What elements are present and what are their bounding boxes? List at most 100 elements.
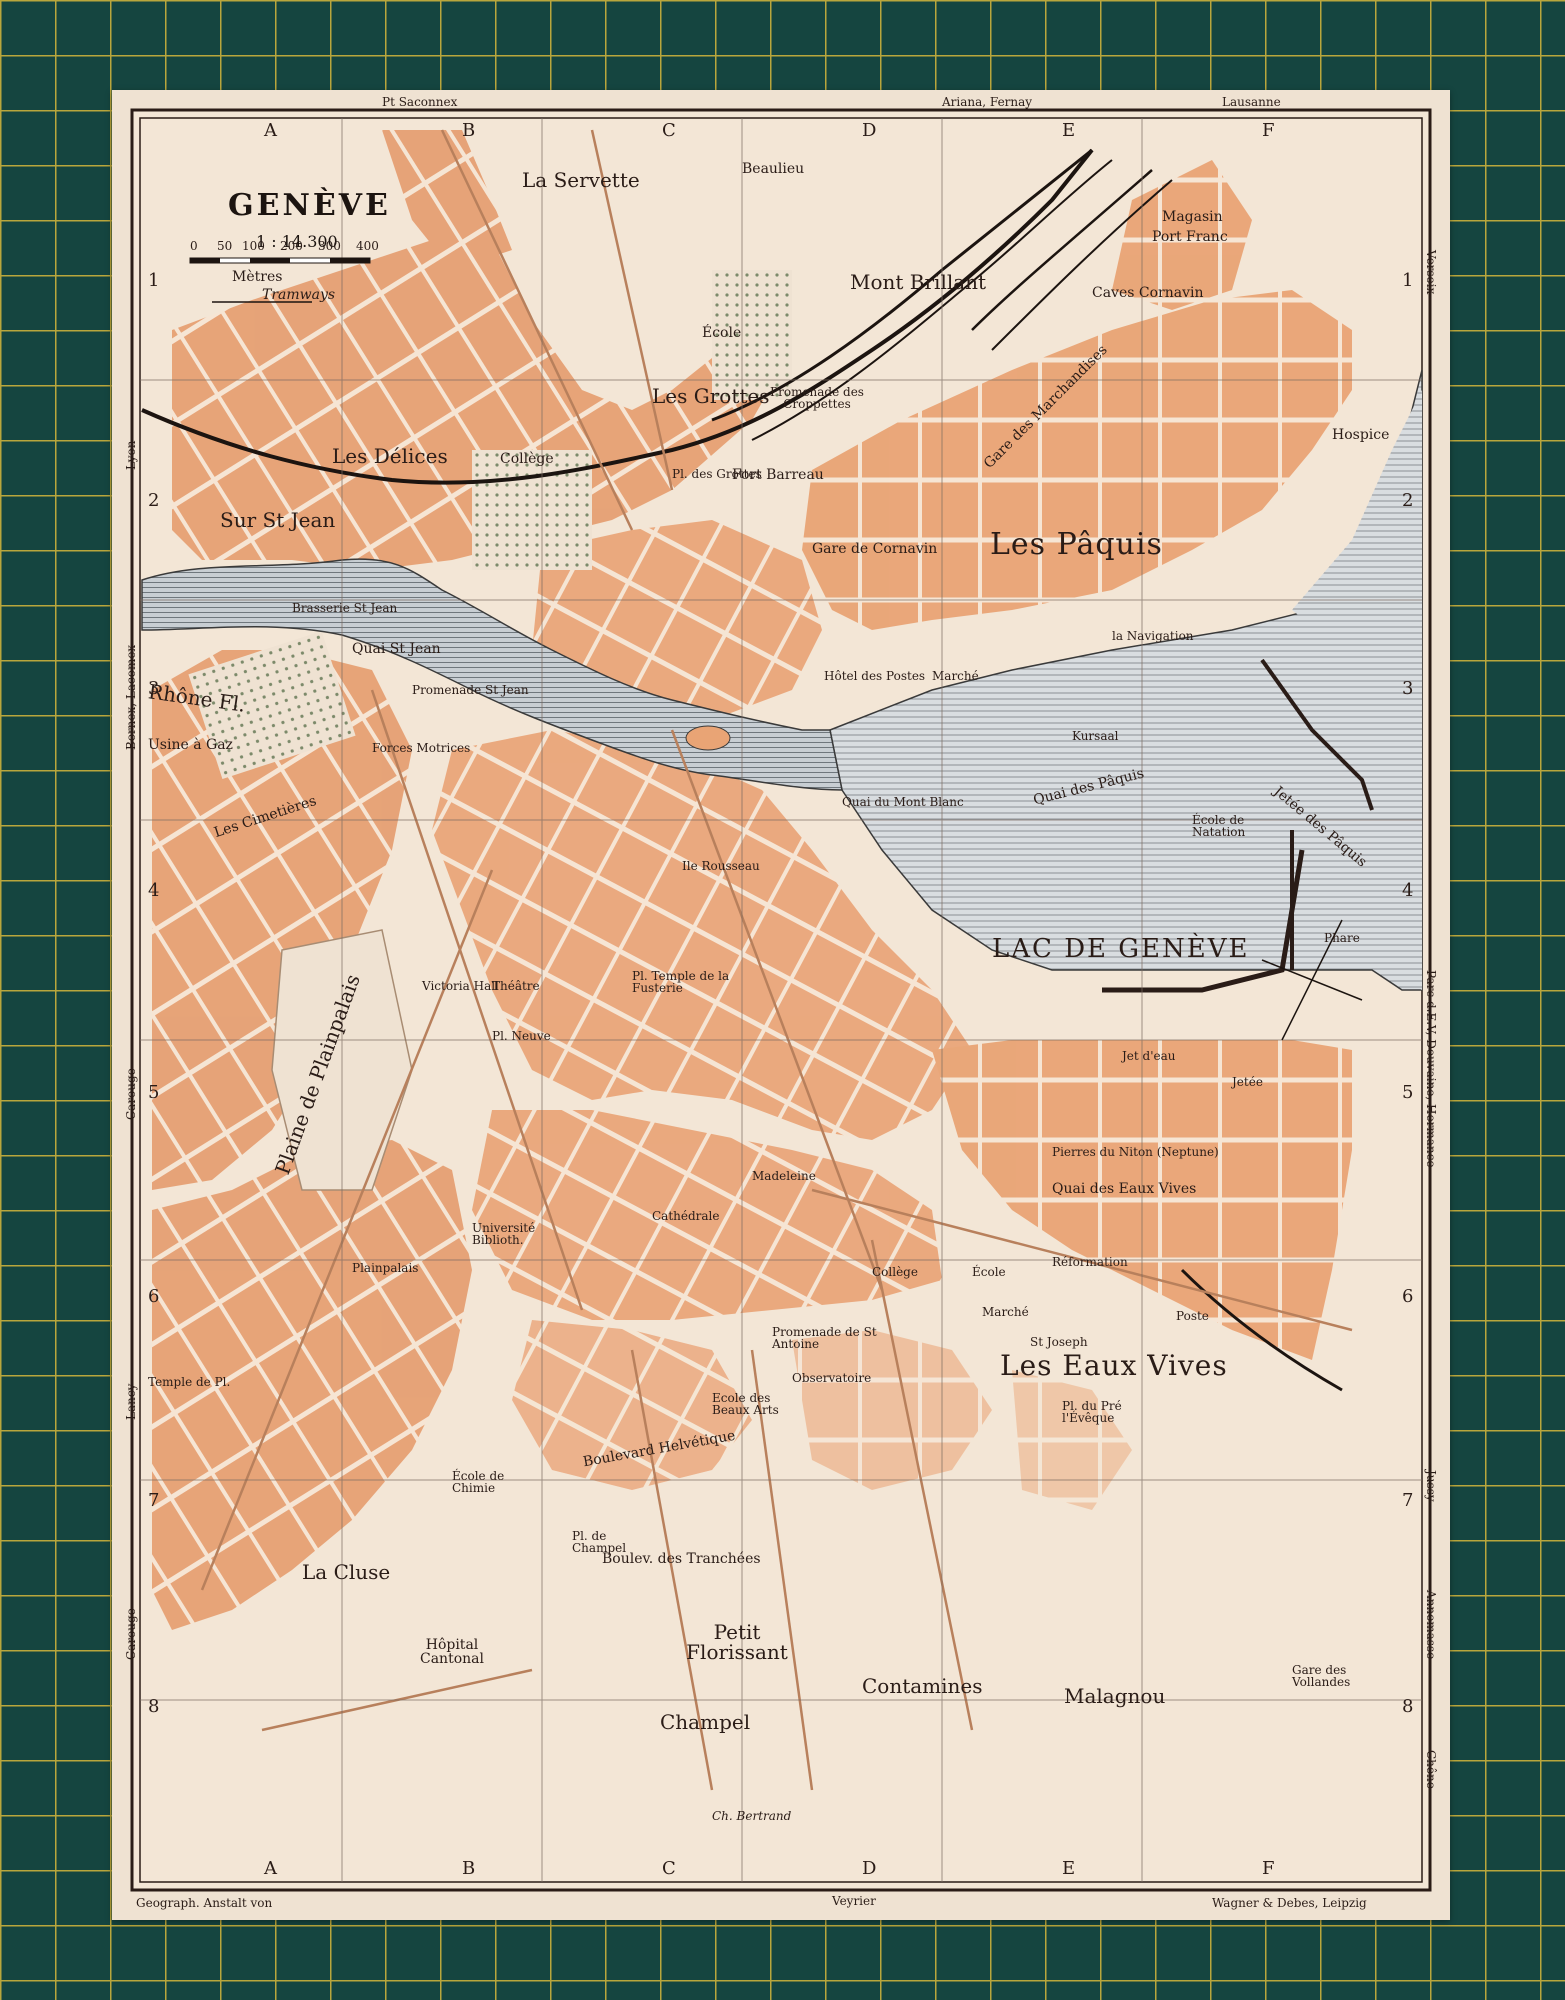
place-quai-eaux-vives: Quai des Eaux Vives [1052,1181,1197,1197]
grid-row-right-4: 4 [1402,880,1414,901]
place-promenade-st-jean: Promenade St Jean [412,683,529,697]
place-marche-eaux-vives: Marché [982,1305,1029,1319]
grid-row-right-7: 7 [1402,1490,1414,1511]
border-label-chene: Chêne [1424,1750,1438,1789]
place-kursaal: Kursaal [1072,729,1119,743]
scale-tick-100: 100 [242,239,265,253]
place-petit-florissant: Petit Florissant [686,1620,788,1664]
legend-tramways: Tramways [262,287,336,303]
place-pl-champel: Pl. de Champel [572,1529,627,1555]
border-label-parc: Parc d.E.V, Douvaine, Hermance [1424,970,1438,1168]
grid-row-right-1: 1 [1402,270,1414,291]
scale-tick-50: 50 [217,239,233,253]
place-st-joseph: St Joseph [1030,1335,1088,1349]
grid-col-bottom-b: B [462,1858,476,1879]
place-pierres-niton: Pierres du Niton (Neptune) [1052,1145,1219,1159]
place-cathedrale: Cathédrale [652,1209,720,1223]
place-hotel-postes: Hôtel des Postes [824,669,926,683]
grid-col-top-e: E [1062,120,1076,141]
place-sur-st-jean: Sur St Jean [220,508,336,532]
ile-rousseau [685,725,731,751]
place-les-paquis: Les Pâquis [990,527,1163,562]
place-lac-de-geneve: LAC DE GENÈVE [992,934,1250,964]
grid-col-bottom-d: D [862,1858,877,1879]
grid-row-right-6: 6 [1402,1286,1414,1307]
grid-row-right-5: 5 [1402,1082,1414,1103]
scale-unit-label: Mètres [232,269,283,285]
border-label-saconnex: Pt Saconnex [382,95,458,109]
place-ecole-beaux-arts: Ecole des Beaux Arts [712,1391,779,1417]
place-ecole-natation: École de Natation [1192,813,1246,839]
place-hopital-cantonal: Hôpital Cantonal [420,1637,484,1667]
place-temple-fusterie: Pl. Temple de la Fusterie [632,969,730,995]
border-label-lyon: Lyon [124,440,138,471]
border-label-ariana: Ariana, Fernay [942,95,1033,109]
place-promenade-st-antoine: Promenade de St Antoine [772,1325,877,1351]
scale-tick-0: 0 [190,239,198,253]
imprint-right: Wagner & Debes, Leipzig [1212,1896,1367,1910]
place-reformation: Réformation [1052,1255,1128,1269]
place-contamines: Contamines [862,1674,983,1698]
place-jet-eau: Jet d'eau [1122,1049,1176,1063]
place-madeleine: Madeleine [752,1169,816,1183]
place-la-navigation: la Navigation [1112,629,1194,643]
place-temple-plainpalais: Temple de Pl. [148,1375,231,1389]
place-champel: Champel [660,1710,751,1734]
grid-row-left-1: 1 [148,270,160,291]
place-phare: Phare [1324,931,1360,945]
place-port-franc: Port Franc [1152,229,1228,245]
border-label-veyrier: Veyrier [832,1894,876,1908]
border-label-jussy: Jussy [1424,1470,1438,1502]
place-brasserie: Brasserie St Jean [292,601,398,615]
place-college-south: Collège [872,1265,918,1279]
place-magasin: Magasin [1162,209,1223,225]
place-poste: Poste [1176,1309,1209,1323]
grid-col-top-f: F [1262,120,1275,141]
grid-row-left-4: 4 [148,880,160,901]
grid-col-top-a: A [264,120,277,141]
grid-row-left-7: 7 [148,1490,160,1511]
grid-row-right-2: 2 [1402,490,1414,511]
place-caves-cornavin: Caves Cornavin [1092,285,1204,301]
place-beaulieu: Beaulieu [742,161,805,177]
place-quai-st-jean: Quai St Jean [352,641,441,657]
place-marche-paquis: Marché [932,669,979,683]
grid-row-right-8: 8 [1402,1696,1414,1717]
scale-tick-300: 300 [318,239,341,253]
grid-row-left-8: 8 [148,1696,160,1717]
imprint-left: Geograph. Anstalt von [136,1896,273,1910]
grid-col-bottom-c: C [662,1858,676,1879]
map-title: GENÈVE [228,188,391,223]
border-label-versoix: Versoix [1424,250,1438,295]
place-ch-bertrand: Ch. Bertrand [712,1809,792,1823]
place-universite: Université Biblioth. [472,1221,536,1247]
place-quai-mont-blanc: Quai du Mont Blanc [842,795,964,809]
place-malagnou: Malagnou [1064,1684,1166,1708]
place-theatre: Théâtre [492,979,540,993]
place-gare-cornavin: Gare de Cornavin [812,541,938,557]
place-les-grottes: Les Grottes [652,384,770,408]
scale-tick-200: 200 [280,239,303,253]
place-mont-brillant: Mont Brillant [850,270,987,294]
place-la-servette: La Servette [522,168,640,192]
place-pl-neuve: Pl. Neuve [492,1029,551,1043]
grid-col-bottom-e: E [1062,1858,1076,1879]
border-label-lancy: Lancy [124,1383,138,1420]
place-usine-gaz: Usine à Gaz [148,737,233,753]
border-label-carouge: Carouge [124,1068,138,1120]
place-forces-motrices: Forces Motrices [372,741,471,755]
grid-row-right-3: 3 [1402,678,1414,699]
border-label-lausanne: Lausanne [1222,95,1281,109]
place-promenade-croppettes: Promenade des Croppettes [770,385,864,411]
place-college-north: Collège [500,451,554,467]
place-ecole-grottes: École [702,325,742,341]
place-observatoire: Observatoire [792,1371,872,1385]
scale-tick-400: 400 [356,239,379,253]
grid-col-bottom-a: A [264,1858,277,1879]
place-pl-des-grottes: Pl. des Grottes [672,467,762,481]
map-sheet: GENÈVE 1 : 14.300 0 50 100 200 300 400 M… [112,90,1450,1920]
park [472,450,592,570]
grid-row-left-6: 6 [148,1286,160,1307]
place-ile-rousseau: Ile Rousseau [682,859,760,873]
place-la-cluse: La Cluse [302,1560,391,1584]
